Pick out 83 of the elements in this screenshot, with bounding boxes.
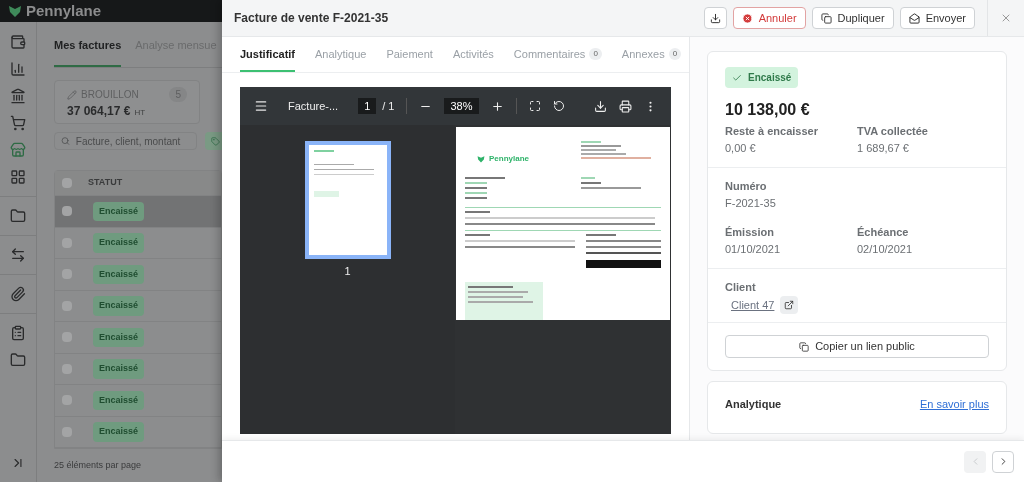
drawer-tab[interactable]: Paiement bbox=[386, 45, 433, 72]
open-client-button[interactable] bbox=[780, 296, 799, 314]
cancel-button[interactable]: Annuler bbox=[732, 7, 806, 29]
copy-link-button[interactable]: Copier un lien public bbox=[725, 335, 989, 358]
column-header: STATUT bbox=[88, 176, 123, 190]
thumbnail-label: 1 bbox=[344, 264, 351, 279]
logo-icon bbox=[477, 155, 485, 163]
print-icon[interactable] bbox=[619, 99, 632, 113]
page-tab[interactable]: Mes factures bbox=[54, 36, 122, 67]
status-badge: Encaissé bbox=[93, 327, 145, 347]
field-label: Numéro bbox=[725, 180, 768, 193]
search-field[interactable]: Facture, client, montant bbox=[54, 132, 197, 150]
logo-icon bbox=[8, 4, 22, 18]
drawer-tab[interactable]: Annexes 0 bbox=[621, 45, 682, 72]
close-icon[interactable] bbox=[1000, 12, 1012, 24]
bank-icon[interactable] bbox=[10, 88, 26, 104]
folder-icon[interactable] bbox=[10, 208, 26, 224]
copy-icon bbox=[799, 341, 810, 352]
zoom-field[interactable]: 38% bbox=[444, 97, 479, 115]
zoom-in-icon[interactable] bbox=[490, 99, 504, 113]
download-button[interactable] bbox=[703, 7, 727, 29]
expand-icon[interactable] bbox=[11, 456, 25, 470]
file-name: Facture-... bbox=[288, 98, 339, 114]
status-badge: Encaissé bbox=[93, 296, 145, 316]
field-label: Reste à encaisser bbox=[725, 125, 819, 138]
drawer-tab[interactable]: Justificatif bbox=[240, 45, 295, 72]
page-thumbnail[interactable] bbox=[304, 141, 391, 259]
menu-icon[interactable] bbox=[254, 99, 268, 113]
folder-icon[interactable] bbox=[10, 352, 26, 368]
learn-more-link[interactable]: En savoir plus bbox=[919, 396, 989, 413]
download-icon bbox=[709, 12, 721, 24]
total-amount: 10 138,00 € bbox=[725, 100, 811, 120]
field-label: TVA collectée bbox=[857, 125, 929, 138]
field-value: 0,00 € bbox=[725, 142, 757, 155]
duplicate-button[interactable]: Dupliquer bbox=[811, 7, 894, 29]
status-badge: Encaissé bbox=[725, 67, 799, 88]
wallet-icon[interactable] bbox=[10, 34, 26, 50]
bar-chart-icon[interactable] bbox=[10, 61, 26, 77]
field-value: 02/10/2021 bbox=[857, 243, 914, 256]
cancel-icon bbox=[741, 12, 753, 24]
invoice-logo-text: Pennylane bbox=[489, 153, 529, 165]
field-value: 01/10/2021 bbox=[725, 243, 782, 256]
status-badge: Encaissé bbox=[93, 359, 145, 379]
status-badge: Encaissé bbox=[93, 422, 145, 442]
copy-icon bbox=[820, 12, 832, 24]
paperclip-icon[interactable] bbox=[10, 286, 26, 302]
envelope-icon bbox=[908, 12, 920, 24]
analytics-title: Analytique bbox=[725, 397, 782, 412]
status-badge: Encaissé bbox=[93, 264, 145, 284]
card-unit: HT bbox=[134, 107, 146, 119]
table-row[interactable]: Encaissé bbox=[55, 196, 221, 228]
fit-page-icon[interactable] bbox=[528, 100, 541, 112]
field-label: Échéance bbox=[857, 226, 910, 239]
checkbox[interactable] bbox=[62, 206, 72, 217]
page-number-field[interactable]: 1 bbox=[358, 97, 377, 115]
send-button[interactable]: Envoyer bbox=[899, 7, 975, 29]
logo-text: Pennylane bbox=[26, 0, 102, 21]
drawer-tab[interactable]: Commentaires 0 bbox=[513, 45, 602, 72]
field-value: F-2021-35 bbox=[725, 197, 777, 210]
tag-icon bbox=[210, 136, 220, 146]
client-link[interactable]: Client 47 bbox=[731, 296, 775, 314]
drawer-tab[interactable]: Activités bbox=[452, 45, 494, 72]
drawer-title: Facture de vente F-2021-35 bbox=[234, 10, 389, 27]
cart-icon[interactable] bbox=[10, 115, 26, 131]
checkbox[interactable] bbox=[62, 178, 72, 188]
clipboard-icon[interactable] bbox=[10, 325, 26, 341]
status-badge: Encaissé bbox=[93, 201, 145, 221]
field-value: 1 689,67 € bbox=[857, 142, 910, 155]
page-count: / 1 bbox=[382, 98, 395, 114]
card-amount: 37 064,17 € bbox=[67, 103, 131, 120]
rotate-icon[interactable] bbox=[552, 100, 565, 112]
status-badge: Encaissé bbox=[93, 390, 145, 410]
status-badge: Encaissé bbox=[93, 233, 145, 253]
page-size-label: 25 éléments par page bbox=[54, 458, 142, 472]
grid-icon[interactable] bbox=[10, 169, 26, 185]
download-icon[interactable] bbox=[594, 99, 607, 113]
field-label: Émission bbox=[725, 226, 775, 239]
drawer-tab[interactable]: Analytique bbox=[315, 45, 367, 72]
field-label: Client bbox=[725, 281, 757, 294]
transfer-icon[interactable] bbox=[10, 247, 26, 263]
pencil-icon bbox=[67, 89, 77, 100]
external-link-icon bbox=[784, 300, 795, 310]
search-icon bbox=[61, 136, 70, 146]
